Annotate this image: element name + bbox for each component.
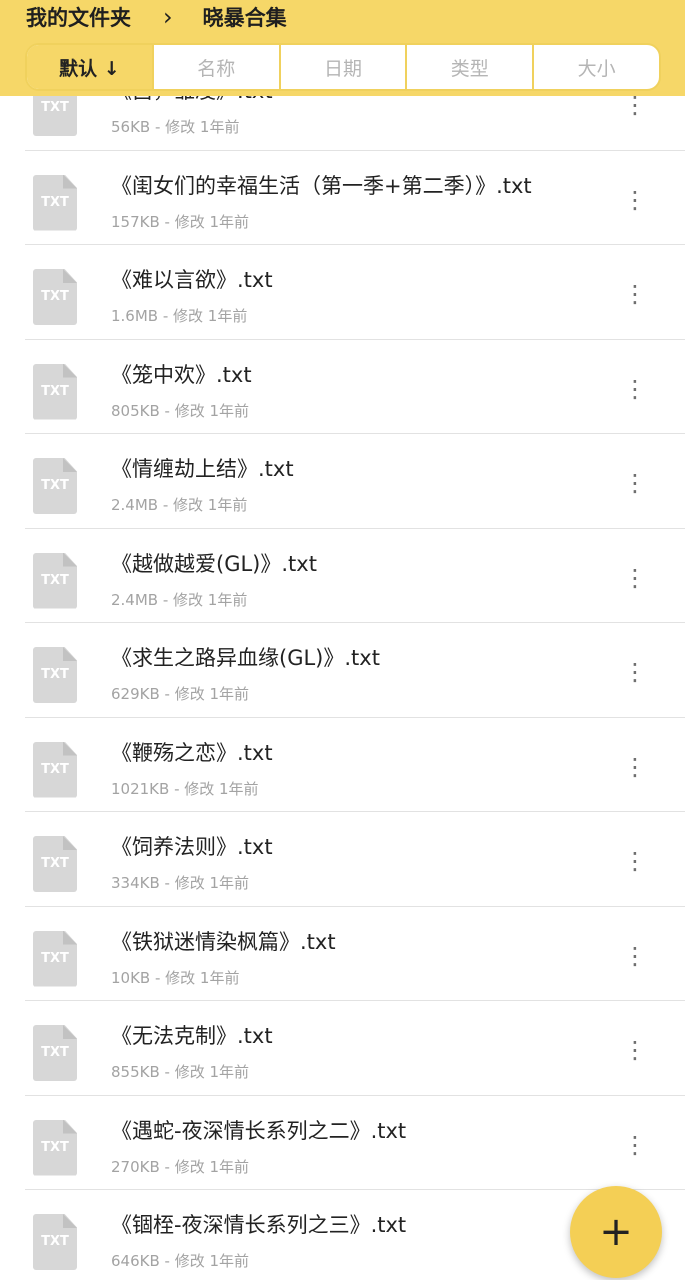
breadcrumb-parent[interactable]: 我的文件夹 — [26, 2, 131, 32]
txt-file-icon: TXT — [33, 836, 77, 892]
file-type-label: TXT — [41, 383, 69, 399]
more-options-icon[interactable]: ⋮ — [620, 563, 650, 593]
file-name: 《吕，雏凌》.txt — [111, 96, 273, 105]
more-options-icon[interactable]: ⋮ — [620, 752, 650, 782]
file-name: 《难以言欲》.txt — [111, 268, 273, 292]
file-type-label: TXT — [41, 856, 69, 871]
file-meta: 334KB - 修改 1年前 — [111, 874, 250, 892]
sort-tab-date[interactable]: 日期 — [278, 45, 406, 89]
more-options-icon[interactable]: ⋮ — [620, 96, 650, 120]
file-type-label: TXT — [41, 572, 69, 588]
file-type-label: TXT — [41, 194, 69, 210]
more-options-icon[interactable]: ⋮ — [620, 846, 650, 876]
txt-file-icon: TXT — [33, 930, 77, 987]
file-type-label: TXT — [41, 667, 69, 682]
txt-file-icon: TXT — [33, 647, 77, 703]
txt-file-icon: TXT — [33, 269, 77, 325]
top-bar: 我的文件夹 › 晓暴合集 默认 ↓ 名称 日期 类型 大小 — [0, 0, 685, 96]
file-meta: 157KB - 修改 1年前 — [111, 212, 250, 231]
file-row[interactable]: TXT 《闺女们的幸福生活（第一季+第二季）》.txt 157KB - 修改 1… — [0, 151, 685, 246]
file-row[interactable]: TXT 《越做越爱(GL)》.txt 2.4MB - 修改 1年前 ⋮ — [0, 529, 685, 624]
file-row[interactable]: TXT 《遇蛇-夜深情长系列之二》.txt 270KB - 修改 1年前 ⋮ — [0, 1096, 685, 1191]
file-name: 《铁狱迷情染枫篇》.txt — [111, 929, 336, 954]
file-name: 《情缠劫上结》.txt — [111, 457, 294, 481]
file-list: TXT 《吕，雏凌》.txt 56KB - 修改 1年前 ⋮ TXT 《闺女们的… — [0, 96, 685, 1280]
txt-file-icon: TXT — [33, 96, 77, 136]
file-name: 《笼中欢》.txt — [111, 362, 252, 387]
file-name: 《闺女们的幸福生活（第一季+第二季）》.txt — [111, 173, 532, 198]
file-row[interactable]: TXT 《铁狱迷情染枫篇》.txt 10KB - 修改 1年前 ⋮ — [0, 907, 685, 1002]
file-type-label: TXT — [41, 761, 69, 777]
file-row[interactable]: TXT 《吕，雏凌》.txt 56KB - 修改 1年前 ⋮ — [0, 96, 685, 151]
file-meta: 1.6MB - 修改 1年前 — [111, 307, 248, 325]
chevron-right-icon: › — [163, 3, 173, 31]
file-type-label: TXT — [41, 100, 69, 115]
file-row[interactable]: TXT 《求生之路异血缘(GL)》.txt 629KB - 修改 1年前 ⋮ — [0, 623, 685, 718]
file-meta: 2.4MB - 修改 1年前 — [111, 496, 248, 514]
file-type-label: TXT — [41, 289, 69, 304]
more-options-icon[interactable]: ⋮ — [620, 185, 650, 215]
file-name: 《越做越爱(GL)》.txt — [111, 551, 317, 576]
file-name: 《无法克制》.txt — [111, 1024, 273, 1048]
file-type-label: TXT — [41, 950, 69, 966]
sort-tab-type[interactable]: 类型 — [405, 45, 532, 89]
sort-bar: 默认 ↓ 名称 日期 类型 大小 — [25, 43, 661, 91]
sort-tab-name[interactable]: 名称 — [151, 45, 279, 89]
file-meta: 56KB - 修改 1年前 — [111, 118, 240, 136]
file-type-label: TXT — [41, 478, 69, 493]
add-file-button[interactable]: + — [570, 1186, 662, 1278]
file-meta: 855KB - 修改 1年前 — [111, 1063, 250, 1081]
sort-tab-default[interactable]: 默认 ↓ — [27, 45, 152, 89]
file-meta: 646KB - 修改 1年前 — [111, 1252, 250, 1270]
file-meta: 2.4MB - 修改 1年前 — [111, 590, 248, 609]
txt-file-icon: TXT — [33, 1214, 77, 1270]
file-type-label: TXT — [41, 1139, 69, 1155]
more-options-icon[interactable]: ⋮ — [620, 468, 650, 498]
file-meta: 629KB - 修改 1年前 — [111, 685, 250, 703]
more-options-icon[interactable]: ⋮ — [620, 1035, 650, 1065]
txt-file-icon: TXT — [33, 458, 77, 514]
file-type-label: TXT — [41, 1234, 69, 1249]
txt-file-icon: TXT — [33, 741, 77, 798]
file-name: 《饲养法则》.txt — [111, 835, 273, 859]
file-row[interactable]: TXT 《无法克制》.txt 855KB - 修改 1年前 ⋮ — [0, 1001, 685, 1096]
file-meta: 805KB - 修改 1年前 — [111, 401, 250, 420]
breadcrumb: 我的文件夹 › 晓暴合集 — [26, 2, 287, 32]
file-type-label: TXT — [41, 1045, 69, 1060]
txt-file-icon: TXT — [33, 1025, 77, 1081]
more-options-icon[interactable]: ⋮ — [620, 941, 650, 971]
txt-file-icon: TXT — [33, 363, 77, 420]
file-name: 《锢桎-夜深情长系列之三》.txt — [111, 1213, 407, 1237]
more-options-icon[interactable]: ⋮ — [620, 1130, 650, 1160]
file-row[interactable]: TXT 《难以言欲》.txt 1.6MB - 修改 1年前 ⋮ — [0, 245, 685, 340]
file-name: 《鞭殇之恋》.txt — [111, 740, 273, 765]
txt-file-icon: TXT — [33, 174, 77, 231]
file-name: 《遇蛇-夜深情长系列之二》.txt — [111, 1118, 407, 1143]
file-row[interactable]: TXT 《笼中欢》.txt 805KB - 修改 1年前 ⋮ — [0, 340, 685, 435]
more-options-icon[interactable]: ⋮ — [620, 279, 650, 309]
file-meta: 1021KB - 修改 1年前 — [111, 779, 259, 798]
file-row[interactable]: TXT 《饲养法则》.txt 334KB - 修改 1年前 ⋮ — [0, 812, 685, 907]
file-name: 《求生之路异血缘(GL)》.txt — [111, 646, 380, 670]
file-row[interactable]: TXT 《鞭殇之恋》.txt 1021KB - 修改 1年前 ⋮ — [0, 718, 685, 813]
txt-file-icon: TXT — [33, 552, 77, 609]
more-options-icon[interactable]: ⋮ — [620, 657, 650, 687]
more-options-icon[interactable]: ⋮ — [620, 374, 650, 404]
file-meta: 10KB - 修改 1年前 — [111, 968, 240, 987]
file-meta: 270KB - 修改 1年前 — [111, 1157, 250, 1176]
breadcrumb-current: 晓暴合集 — [202, 6, 287, 30]
sort-tab-size[interactable]: 大小 — [532, 45, 659, 89]
file-row[interactable]: TXT 《情缠劫上结》.txt 2.4MB - 修改 1年前 ⋮ — [0, 434, 685, 529]
txt-file-icon: TXT — [33, 1119, 77, 1176]
